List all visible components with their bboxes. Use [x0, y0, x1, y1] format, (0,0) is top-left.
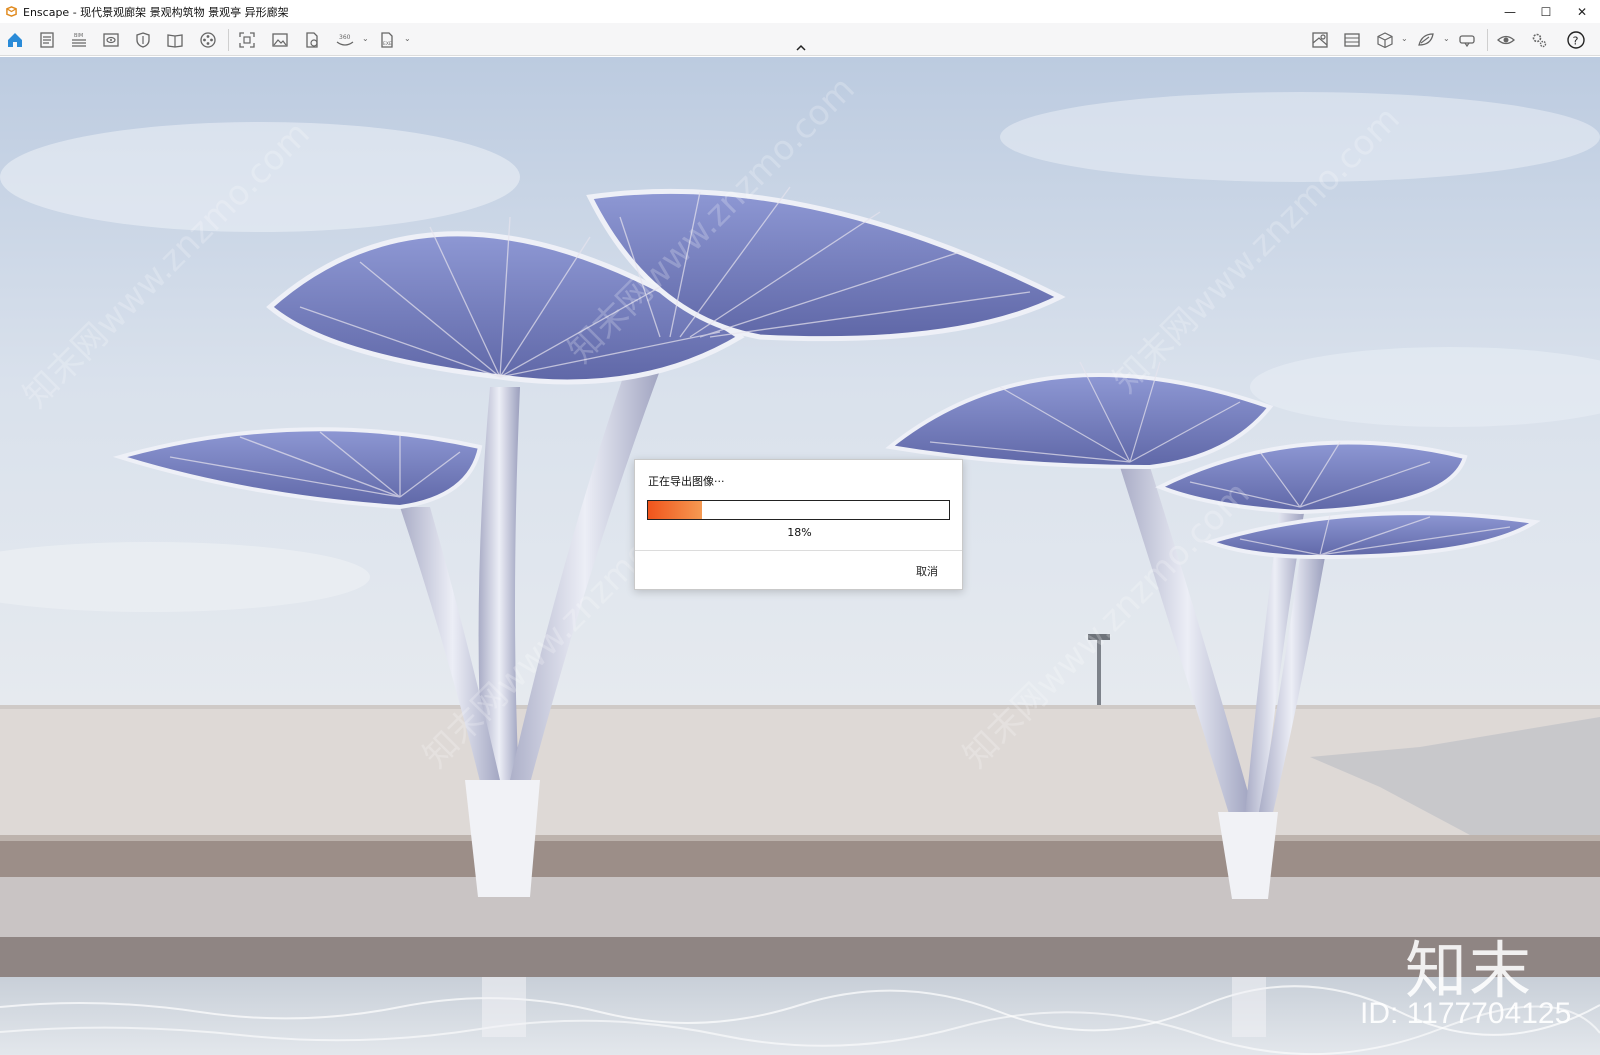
gallery-icon[interactable] — [1340, 28, 1364, 52]
svg-text:360: 360 — [339, 34, 351, 41]
minimize-button[interactable]: — — [1492, 0, 1528, 23]
notes-icon[interactable] — [35, 28, 59, 52]
asset-icon[interactable] — [1414, 28, 1438, 52]
enscape-logo-icon — [6, 6, 17, 17]
settings-icon[interactable] — [1527, 28, 1551, 52]
book-icon[interactable] — [163, 28, 187, 52]
screenshot-icon[interactable] — [235, 28, 259, 52]
progress-percent: 18% — [787, 526, 812, 539]
maximize-button[interactable]: ☐ — [1528, 0, 1564, 23]
toolbar-separator — [228, 29, 229, 51]
watermark-id: ID: 1177704125 — [1360, 997, 1572, 1030]
cube-icon[interactable] — [1373, 28, 1397, 52]
chevron-down-icon[interactable]: ⌄ — [1401, 33, 1409, 45]
chevron-down-icon[interactable]: ⌄ — [1443, 33, 1451, 45]
progress-bar — [647, 500, 950, 520]
film-reel-icon[interactable] — [196, 28, 220, 52]
collapse-toolbar-icon[interactable] — [794, 43, 808, 53]
bim-icon[interactable]: BIM — [67, 28, 91, 52]
close-button[interactable]: ✕ — [1564, 0, 1600, 23]
map-icon[interactable] — [1308, 28, 1332, 52]
window-title: Enscape - 现代景观廊架 景观构筑物 景观亭 异形廊架 — [23, 5, 289, 19]
help-icon[interactable]: ? — [1564, 28, 1588, 52]
title-bar: Enscape - 现代景观廊架 景观构筑物 景观亭 异形廊架 — ☐ ✕ — [0, 0, 1600, 23]
eye-icon[interactable] — [1494, 28, 1518, 52]
home-icon[interactable] — [3, 28, 27, 52]
progress-fill — [648, 501, 702, 519]
svg-text:EXE: EXE — [383, 41, 392, 47]
view-icon[interactable] — [99, 28, 123, 52]
vr-headset-icon[interactable] — [1455, 28, 1479, 52]
batch-export-icon[interactable] — [300, 28, 324, 52]
image-export-icon[interactable] — [268, 28, 292, 52]
chevron-down-icon[interactable]: ⌄ — [404, 33, 412, 45]
toolbar-separator — [1487, 29, 1488, 51]
export-progress-dialog: 正在导出图像··· 18% 取消 — [634, 459, 963, 590]
svg-text:BIM: BIM — [74, 33, 83, 39]
cancel-button[interactable]: 取消 — [916, 563, 938, 579]
dialog-divider — [635, 550, 962, 551]
panorama-icon[interactable]: 360 — [333, 28, 357, 52]
dialog-title: 正在导出图像··· — [648, 475, 725, 488]
exe-export-icon[interactable]: EXE — [375, 28, 399, 52]
shield-icon[interactable] — [131, 28, 155, 52]
window-controls: — ☐ ✕ — [1492, 0, 1600, 23]
chevron-down-icon[interactable]: ⌄ — [362, 33, 370, 45]
svg-text:?: ? — [1573, 35, 1579, 48]
